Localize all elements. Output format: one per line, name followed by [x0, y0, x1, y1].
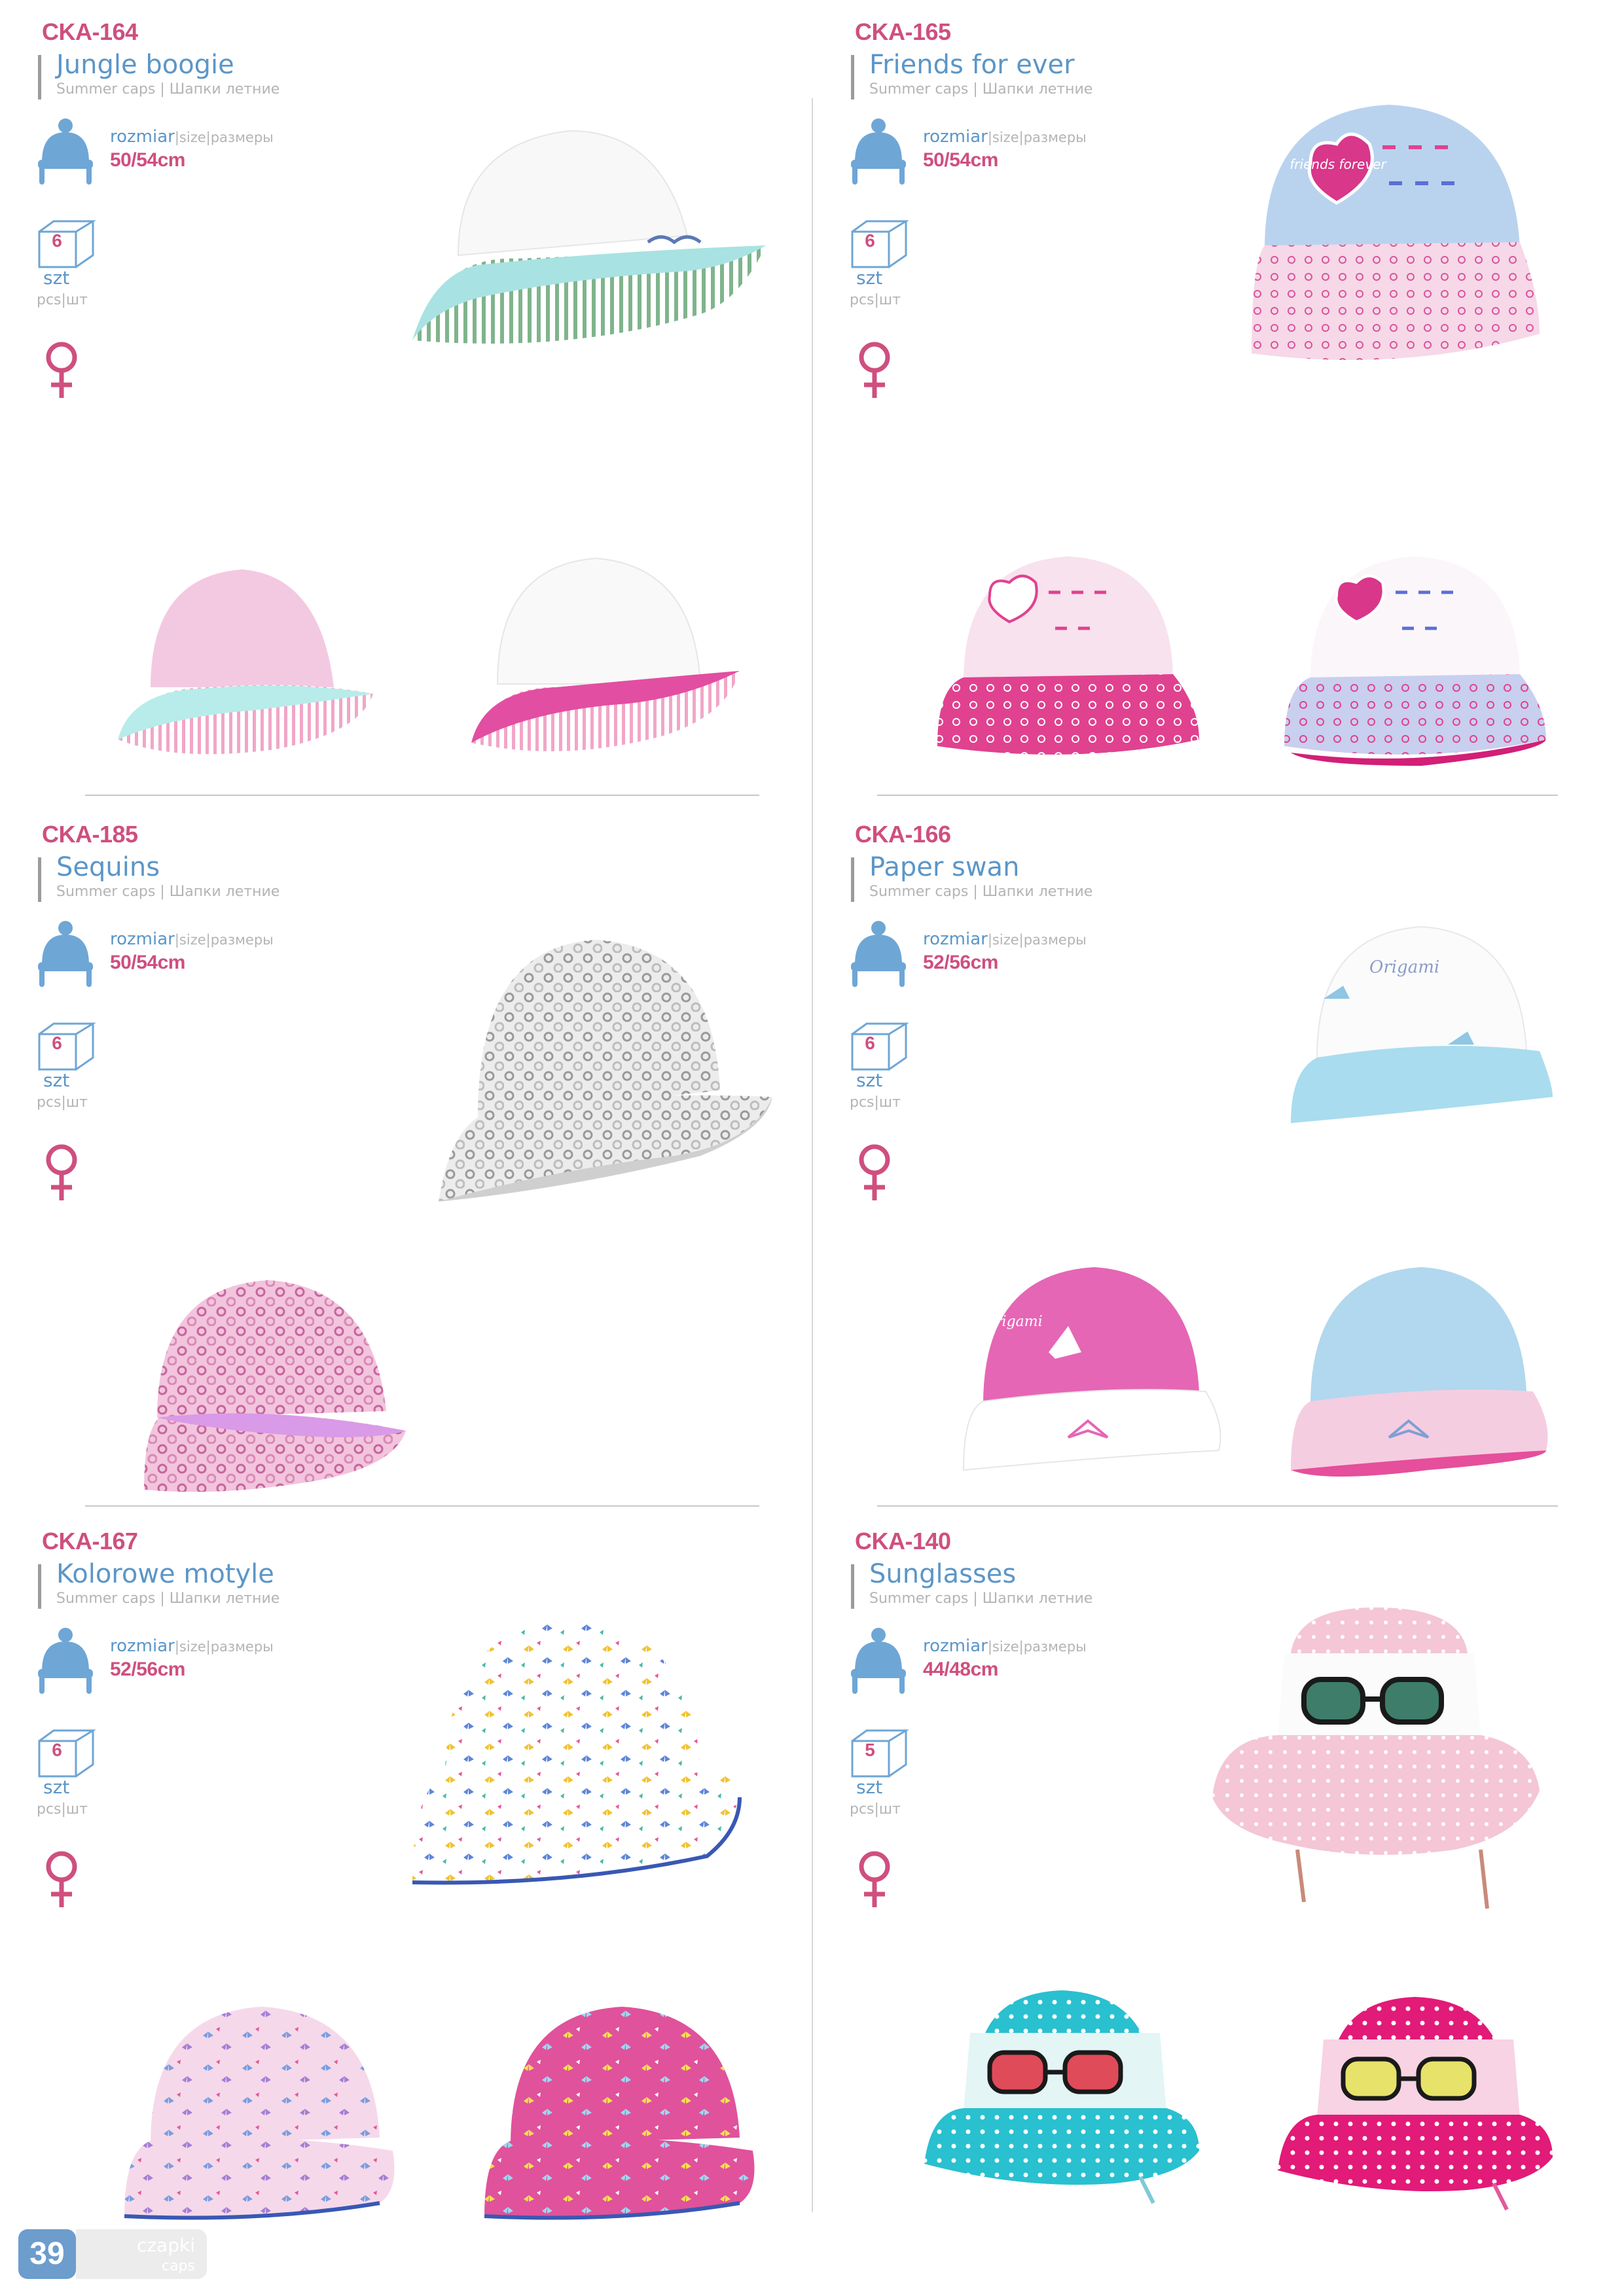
female-symbol-icon: [859, 1144, 890, 1200]
hat-image: Origami: [962, 1267, 1221, 1471]
pack-unit: szt: [43, 1069, 70, 1091]
pack-quantity: 5: [865, 1740, 875, 1760]
size-label: rozmiar|size|размеры: [110, 127, 274, 147]
hat-image: [471, 557, 740, 751]
hat-print-text: Origami: [983, 1314, 1043, 1330]
size-label: rozmiar|size|размеры: [110, 1636, 274, 1656]
title-bar: [851, 55, 854, 99]
cap-size-icon: [38, 921, 93, 987]
product-category: Summer caps | Шапки летние: [56, 884, 280, 900]
pack-unit-sub: pcs|шт: [37, 1094, 88, 1111]
size-value: 50/54cm: [110, 149, 185, 171]
cap-size-icon: [851, 118, 906, 185]
pack-unit-sub: pcs|шт: [850, 292, 901, 308]
hat-image: [412, 1621, 742, 1885]
size-value: 50/54cm: [923, 149, 998, 171]
product-name: Sunglasses: [869, 1559, 1017, 1589]
female-symbol-icon: [46, 1144, 77, 1200]
pack-unit: szt: [856, 267, 883, 289]
product-name: Sequins: [56, 852, 160, 882]
female-symbol-icon: [859, 342, 890, 398]
female-symbol-icon: [46, 1851, 77, 1907]
title-bar: [851, 1564, 854, 1609]
product-name: Kolorowe motyle: [56, 1559, 274, 1589]
title-bar: [851, 857, 854, 902]
title-bar: [38, 857, 41, 902]
product-card: CKA-166 Paper swan Summer caps | Шапки л…: [813, 802, 1624, 1588]
size-label: rozmiar|size|размеры: [110, 929, 274, 949]
cap-size-icon: [851, 1628, 906, 1694]
hat-image: [1278, 1997, 1553, 2211]
female-symbol-icon: [46, 342, 77, 398]
section-tab: czapki caps: [76, 2229, 207, 2279]
product-name: Friends for ever: [869, 50, 1075, 80]
cap-size-icon: [851, 921, 906, 987]
size-value: 52/56cm: [923, 952, 998, 973]
product-code: CKA-165: [855, 18, 951, 45]
hat-print-text: friends forever: [1290, 156, 1387, 172]
product-card: CKA-140 Sunglasses Summer caps | Шапки л…: [813, 1509, 1624, 2295]
title-bar: [38, 1564, 41, 1609]
product-code: CKA-166: [855, 821, 951, 848]
hat-image: Origami: [1291, 925, 1553, 1123]
product-card: CKA-167 Kolorowe motyle Summer caps | Ша…: [0, 1509, 812, 2295]
pack-unit: szt: [856, 1776, 883, 1798]
hat-image: [412, 130, 766, 344]
pack-unit-sub: pcs|шт: [37, 1801, 88, 1818]
row-divider: [85, 795, 759, 796]
pack-quantity: 6: [865, 1033, 875, 1053]
product-card: CKA-165 Friends for ever Summer caps | Ш…: [813, 0, 1624, 785]
pack-quantity: 6: [52, 1740, 62, 1760]
product-code: CKA-164: [42, 18, 138, 45]
product-category: Summer caps | Шапки летние: [56, 81, 280, 98]
title-bar: [38, 55, 41, 99]
hat-image: [1284, 556, 1546, 766]
product-code: CKA-185: [42, 821, 138, 848]
product-name: Jungle boogie: [56, 50, 234, 80]
hat-image: friends forever: [1252, 105, 1540, 360]
hat-image: [118, 569, 373, 755]
cap-size-icon: [38, 118, 93, 185]
hat-image: [924, 1990, 1199, 2204]
hat-image: [937, 556, 1199, 755]
size-label: rozmiar|size|размеры: [923, 929, 1087, 949]
hat-image: [1291, 1267, 1548, 1477]
pack-unit: szt: [43, 1776, 70, 1798]
product-category: Summer caps | Шапки летние: [869, 81, 1093, 98]
size-value: 50/54cm: [110, 952, 185, 973]
size-value: 44/48cm: [923, 1659, 998, 1680]
product-card: CKA-185 Sequins Summer caps | Шапки летн…: [0, 802, 812, 1588]
pack-unit: szt: [43, 267, 70, 289]
product-code: CKA-140: [855, 1528, 951, 1554]
hat-print-text: Origami: [1369, 958, 1439, 977]
pack-unit-sub: pcs|шт: [850, 1801, 901, 1818]
product-name: Paper swan: [869, 852, 1020, 882]
hat-image: [1212, 1607, 1540, 1909]
product-category: Summer caps | Шапки летние: [869, 884, 1093, 900]
pack-quantity: 6: [865, 230, 875, 251]
pack-quantity: 6: [52, 1033, 62, 1053]
pack-quantity: 6: [52, 230, 62, 251]
section-subtitle: caps: [161, 2258, 195, 2274]
hat-image: [144, 1280, 406, 1492]
size-label: rozmiar|size|размеры: [923, 1636, 1087, 1656]
section-title: czapki: [136, 2234, 195, 2256]
pack-unit: szt: [856, 1069, 883, 1091]
hat-image: [484, 2007, 755, 2220]
cap-size-icon: [38, 1628, 93, 1694]
hat-image: [124, 2007, 395, 2220]
female-symbol-icon: [859, 1851, 890, 1907]
page-number: 39: [18, 2229, 76, 2279]
hat-image: [439, 940, 772, 1202]
pack-unit-sub: pcs|шт: [850, 1094, 901, 1111]
row-divider: [877, 795, 1558, 796]
size-label: rozmiar|size|размеры: [923, 127, 1087, 147]
product-code: CKA-167: [42, 1528, 138, 1554]
product-category: Summer caps | Шапки летние: [56, 1590, 280, 1607]
size-value: 52/56cm: [110, 1659, 185, 1680]
product-card: CKA-164 Jungle boogie Summer caps | Шапк…: [0, 0, 812, 785]
product-category: Summer caps | Шапки летние: [869, 1590, 1093, 1607]
pack-unit-sub: pcs|шт: [37, 292, 88, 308]
